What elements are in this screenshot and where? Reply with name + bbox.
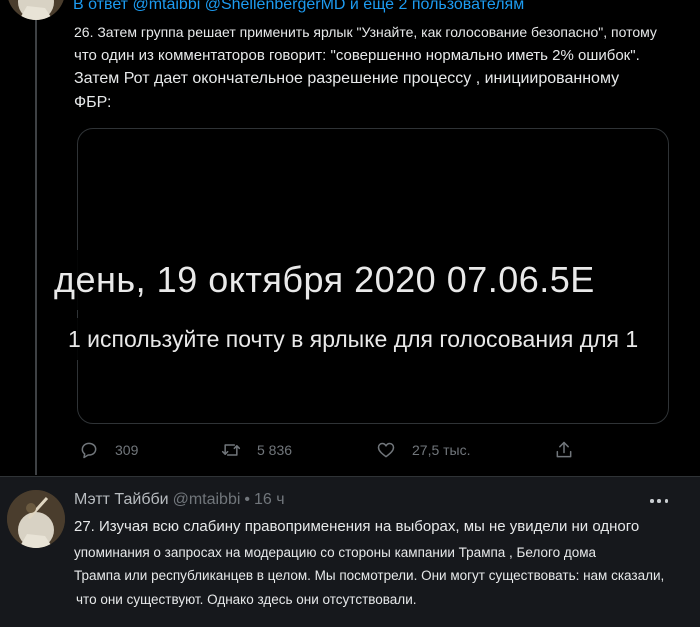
reply-count: 309 xyxy=(115,442,139,458)
video-caption-date: день, 19 октября 2020 07.06.5E xyxy=(48,250,601,310)
tweet-header: Мэтт Тайбби @mtaibbi • 16 ч xyxy=(74,491,285,509)
tweet-text-line: что один из комментаторов говорит: "сове… xyxy=(74,47,640,64)
heart-icon xyxy=(377,442,395,458)
tweet-text-line: Трампа или республиканцев в целом. Мы по… xyxy=(74,568,665,583)
video-caption-text: 1 используйте почту в ярлыке для голосов… xyxy=(62,318,645,360)
retweet-count: 5 836 xyxy=(257,442,293,458)
reply-context[interactable]: В ответ @mtaibbi @ShellenbergerMD и еще … xyxy=(73,0,524,14)
avatar[interactable] xyxy=(7,0,65,20)
tweet-actions: 309 5 836 27,5 тыс. xyxy=(0,440,700,464)
like-button[interactable]: 27,5 тыс. xyxy=(376,440,471,460)
tweet-text-line: 27. Изучая всю слабину правоприменения н… xyxy=(74,518,640,535)
author-name[interactable]: Мэтт Тайбби xyxy=(74,491,169,509)
thread-line xyxy=(35,20,37,475)
share-icon xyxy=(556,441,572,458)
tweet-text-line: Затем Рот дает окончательное разрешение … xyxy=(74,70,620,87)
timestamp[interactable]: 16 ч xyxy=(254,491,285,509)
author-handle[interactable]: @mtaibbi xyxy=(173,491,241,509)
more-icon[interactable] xyxy=(650,492,668,510)
reply-icon xyxy=(81,442,97,459)
tweet-text-line: 26. Затем группа решает применить ярлык … xyxy=(74,24,657,40)
avatar[interactable] xyxy=(7,490,65,548)
retweet-icon xyxy=(221,444,241,456)
tweet-text-line: ФБР: xyxy=(74,94,112,111)
retweet-button[interactable]: 5 836 xyxy=(221,440,292,460)
tweet-text-line: что они существуют. Однако здесь они отс… xyxy=(76,592,417,607)
like-count: 27,5 тыс. xyxy=(412,442,471,458)
tweet-text-line: упоминания о запросах на модерацию со ст… xyxy=(74,545,597,560)
separator-dot: • xyxy=(244,491,251,508)
reply-button[interactable]: 309 xyxy=(79,440,138,460)
share-button[interactable] xyxy=(554,440,574,460)
